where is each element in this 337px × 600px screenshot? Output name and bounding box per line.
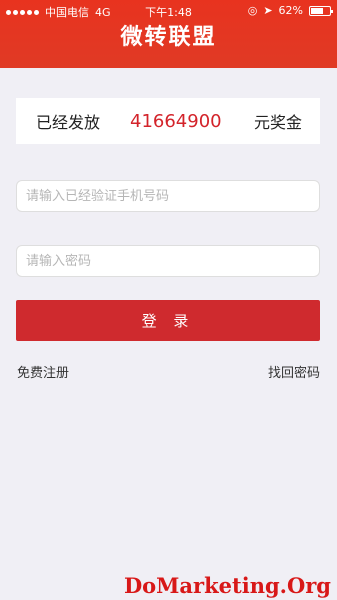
register-link[interactable]: 免费注册 <box>17 362 69 381</box>
prize-banner: 已经发放 41664900 元奖金 <box>16 98 320 144</box>
prize-prefix: 已经发放 <box>36 113 101 132</box>
location-icon: ➤ <box>263 4 273 17</box>
status-bar: 中国电信 4G 下午1:48 ◎ ➤ 62% <box>0 0 337 20</box>
login-button[interactable]: 登 录 <box>16 300 320 341</box>
forgot-password-link[interactable]: 找回密码 <box>268 362 320 381</box>
app-title: 微转联盟 <box>120 25 217 50</box>
app-header: 中国电信 4G 下午1:48 ◎ ➤ 62% 微转联盟 <box>0 0 337 68</box>
watermark: DoMarketing.Org <box>123 573 331 598</box>
battery-percent: 62% <box>278 4 303 17</box>
prize-suffix: 元奖金 <box>253 113 302 132</box>
phone-input[interactable] <box>16 180 320 212</box>
password-input[interactable] <box>16 245 320 277</box>
prize-amount: 41664900 <box>130 110 222 132</box>
lock-rotation-icon: ◎ <box>247 4 258 17</box>
battery-icon <box>309 5 333 16</box>
